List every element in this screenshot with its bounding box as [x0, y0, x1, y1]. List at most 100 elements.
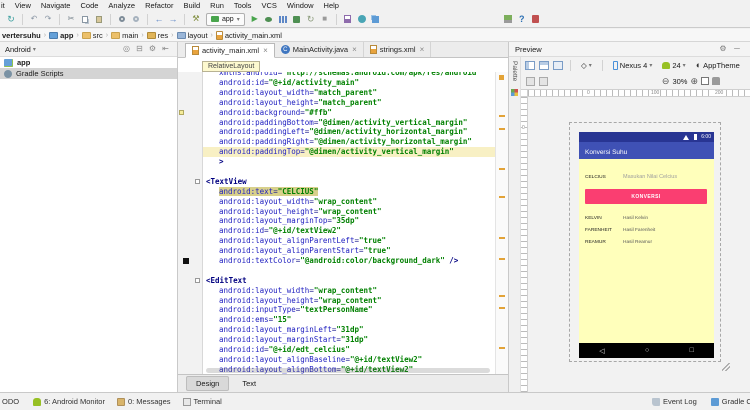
breadcrumb-item[interactable]: res: [145, 31, 170, 40]
code-line[interactable]: android:inputType="textPersonName": [178, 305, 495, 315]
error-stripe[interactable]: [495, 72, 508, 374]
breadcrumb-item[interactable]: main: [109, 31, 140, 40]
cut-icon[interactable]: ✂: [65, 13, 77, 25]
debug-icon[interactable]: [263, 13, 275, 25]
stripe-warning-icon[interactable]: [499, 115, 505, 117]
stripe-warning-icon[interactable]: [499, 196, 505, 198]
orientation-selector[interactable]: ◇▾: [577, 61, 596, 70]
device-preview[interactable]: 6:00 Konversi Suhu CELCIUS Masukan Nilai…: [579, 132, 714, 358]
statusbar-event-log[interactable]: Event Log: [652, 397, 697, 406]
theme-selector[interactable]: ◐AppTheme: [692, 60, 744, 70]
stop-icon[interactable]: ■: [319, 13, 331, 25]
code-line[interactable]: <EditText: [178, 276, 495, 286]
sdk-manager-icon[interactable]: [370, 13, 382, 25]
statusbar-gradle-con[interactable]: Gradle Con: [711, 397, 750, 406]
project-tree-item-gradle-scripts[interactable]: Gradle Scripts: [0, 68, 177, 79]
fold-icon[interactable]: [195, 278, 200, 283]
editor-tab-MainActivity-java[interactable]: CMainActivity.java×: [275, 42, 364, 57]
code-line[interactable]: [178, 266, 495, 276]
code-line[interactable]: android:layout_marginStart="31dp": [178, 335, 495, 345]
code-line[interactable]: android:layout_alignParentLeft="true": [178, 236, 495, 246]
stripe-warning-icon[interactable]: [499, 237, 505, 239]
sync-icon[interactable]: ↻: [5, 13, 17, 25]
monitor-icon[interactable]: [342, 13, 354, 25]
konversi-button[interactable]: KONVERSI: [585, 189, 707, 204]
code-line[interactable]: android:id="@+id/textView2": [178, 226, 495, 236]
menu-item-window[interactable]: Window: [282, 1, 319, 10]
collapse-icon[interactable]: ⊟: [134, 44, 145, 55]
settings-icon[interactable]: ⚙: [147, 44, 158, 55]
menu-item-build[interactable]: Build: [178, 1, 205, 10]
statusbar-terminal[interactable]: Terminal: [183, 397, 222, 406]
menu-item-code[interactable]: Code: [75, 1, 103, 10]
code-line[interactable]: android:layout_height="wrap_content": [178, 296, 495, 306]
statusbar-6-android-monitor[interactable]: 6: Android Monitor: [33, 397, 105, 406]
stripe-warning-icon[interactable]: [499, 128, 505, 130]
menu-item-view[interactable]: View: [10, 1, 36, 10]
code-line[interactable]: android:layout_height="wrap_content": [178, 207, 495, 217]
build-icon[interactable]: ⚒: [190, 13, 202, 25]
menu-item-analyze[interactable]: Analyze: [103, 1, 140, 10]
editor-mode-tab-design[interactable]: Design: [186, 376, 229, 391]
zoom-out-icon[interactable]: ⊖: [662, 76, 670, 87]
breadcrumb-item[interactable]: app: [47, 31, 75, 40]
celcius-input-hint[interactable]: Masukan Nilai Celcius: [623, 174, 677, 180]
profile-icon[interactable]: [277, 13, 289, 25]
menu-item-it[interactable]: it: [0, 1, 10, 10]
hide-icon[interactable]: ⇤: [160, 44, 171, 55]
preview-mode-stacked-icon[interactable]: [525, 61, 535, 70]
forward-icon[interactable]: →: [167, 13, 179, 25]
zoom-fit-icon[interactable]: [701, 77, 709, 85]
editor-mode-tab-text[interactable]: Text: [232, 376, 266, 391]
code-line[interactable]: android:paddingRight="@dimen/activity_ho…: [178, 137, 495, 147]
refresh-layout-icon[interactable]: [526, 77, 535, 86]
pan-icon[interactable]: [712, 77, 720, 85]
code-line[interactable]: android:id="@+id/edt_celcius": [178, 345, 495, 355]
back-icon[interactable]: ←: [153, 13, 165, 25]
code-line[interactable]: android:layout_alignBaseline="@+id/textV…: [178, 355, 495, 365]
xml-tag-breadcrumb[interactable]: RelativeLayout: [202, 61, 260, 72]
statusbar-0-messages[interactable]: 0: Messages: [117, 397, 171, 406]
stripe-warning-icon[interactable]: [499, 75, 504, 80]
language-selector[interactable]: Language: [746, 61, 750, 70]
horizontal-scrollbar[interactable]: [206, 368, 490, 373]
hide-panel-icon[interactable]: ─: [731, 43, 743, 55]
paste-icon[interactable]: [93, 13, 105, 25]
preview-mode-side-icon[interactable]: [539, 61, 549, 70]
copy-icon[interactable]: [79, 13, 91, 25]
run-configuration-selector[interactable]: app▾: [206, 13, 245, 26]
code-line[interactable]: android:paddingLeft="@dimen/activity_hor…: [178, 127, 495, 137]
breadcrumb-item[interactable]: src: [80, 31, 105, 40]
stripe-warning-icon[interactable]: [499, 258, 505, 260]
code-line[interactable]: android:layout_width="wrap_content": [178, 197, 495, 207]
breadcrumb-item[interactable]: layout: [175, 31, 210, 40]
render-options-icon[interactable]: [539, 77, 548, 86]
menu-item-refactor[interactable]: Refactor: [140, 1, 178, 10]
close-icon[interactable]: ×: [420, 45, 425, 54]
code-line[interactable]: android:paddingTop="@dimen/activity_vert…: [178, 147, 495, 157]
breadcrumb-item[interactable]: vertersuhu: [0, 31, 43, 40]
menu-item-tools[interactable]: Tools: [229, 1, 257, 10]
code-line[interactable]: android:layout_alignParentStart="true": [178, 246, 495, 256]
find-icon[interactable]: [116, 13, 128, 25]
fold-icon[interactable]: [195, 179, 200, 184]
close-icon[interactable]: ×: [263, 46, 268, 55]
restart-icon[interactable]: ↻: [305, 13, 317, 25]
undo-icon[interactable]: ↶: [28, 13, 40, 25]
menu-item-run[interactable]: Run: [205, 1, 229, 10]
redo-icon[interactable]: ↷: [42, 13, 54, 25]
preview-mode-grid-icon[interactable]: [553, 61, 563, 70]
help-icon[interactable]: ?: [516, 13, 528, 25]
find-usages-icon[interactable]: [130, 13, 142, 25]
code-line[interactable]: >: [178, 157, 495, 167]
code-line[interactable]: android:background="#ffb": [178, 108, 495, 118]
code-line[interactable]: android:layout_width="match_parent": [178, 88, 495, 98]
close-icon[interactable]: ×: [352, 45, 357, 54]
menu-item-help[interactable]: Help: [319, 1, 344, 10]
statusbar-odo[interactable]: ODO: [2, 397, 19, 406]
menu-item-vcs[interactable]: VCS: [256, 1, 281, 10]
code-line[interactable]: android:text="CELCIUS": [178, 187, 495, 197]
zoom-in-icon[interactable]: ⊕: [690, 76, 698, 87]
stripe-warning-icon[interactable]: [499, 307, 505, 309]
code-line[interactable]: android:ems="15": [178, 315, 495, 325]
